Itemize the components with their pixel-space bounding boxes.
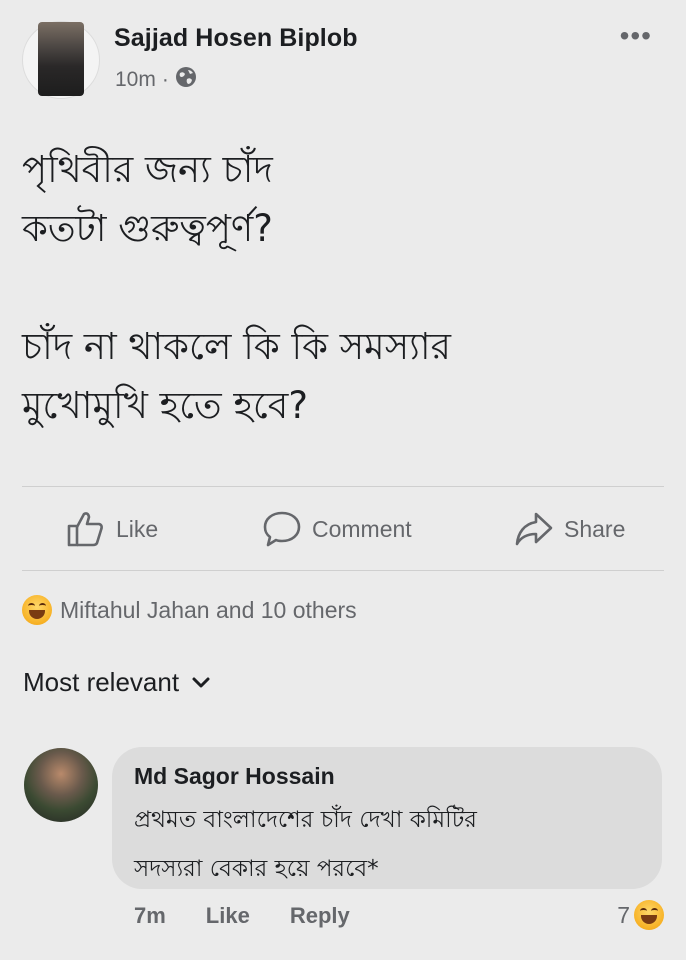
share-button[interactable]: Share <box>514 510 625 548</box>
more-options-icon[interactable]: ••• <box>620 22 652 50</box>
divider <box>22 570 664 571</box>
post-line: কতটা গুরুত্বপূর্ণ? <box>22 207 273 250</box>
post-meta: 10m · <box>115 66 197 94</box>
author-name[interactable]: Sajjad Hosen Biplob <box>114 24 358 53</box>
chevron-down-icon <box>192 677 210 687</box>
comment-button[interactable]: Comment <box>262 510 412 548</box>
reactions-summary[interactable]: Miftahul Jahan and 10 others <box>22 595 357 625</box>
comment-label: Comment <box>312 515 412 542</box>
like-label: Like <box>116 515 159 542</box>
comment-line: সদস্যরা বেকার হয়ে পরবে* <box>134 856 379 882</box>
comment-like-button[interactable]: Like <box>206 903 250 929</box>
comment-icon <box>263 511 301 547</box>
comment-reactions[interactable]: 7 <box>617 900 664 930</box>
haha-emoji-icon <box>634 900 664 930</box>
comment-sort-dropdown[interactable]: Most relevant <box>23 667 211 698</box>
post-time[interactable]: 10m <box>115 68 156 92</box>
comment-reaction-count: 7 <box>617 901 630 928</box>
post-line: পৃথিবীর জন্য চাঁদ <box>22 148 273 191</box>
post-header: Sajjad Hosen Biplob 10m · ••• <box>0 0 686 120</box>
comment-line: প্রথমত বাংলাদেশের চাঁদ দেখা কমিটির <box>134 807 477 833</box>
author-avatar-photo[interactable] <box>38 22 84 96</box>
reactions-text: Miftahul Jahan and 10 others <box>60 596 357 623</box>
comment-text: প্রথমত বাংলাদেশের চাঁদ দেখা কমিটির সদস্য… <box>134 796 654 894</box>
comment-time: 7m <box>134 903 166 928</box>
comment-reply-button[interactable]: Reply <box>290 903 350 929</box>
share-icon <box>515 512 553 546</box>
globe-icon[interactable] <box>175 66 197 94</box>
post-line: চাঁদ না থাকলে কি কি সমস্যার <box>22 325 451 368</box>
meta-separator: · <box>161 68 169 91</box>
haha-emoji-icon <box>22 595 52 625</box>
post-line: মুখোমুখি হতে হবে? <box>22 384 308 427</box>
thumbs-up-icon <box>67 512 103 547</box>
divider <box>22 486 664 487</box>
commenter-avatar[interactable] <box>24 748 98 822</box>
share-label: Share <box>564 515 626 542</box>
comment-footer: 7m Like Reply <box>134 903 390 929</box>
post-text: পৃথিবীর জন্য চাঁদ কতটা গুরুত্বপূর্ণ? চাঁ… <box>22 140 662 435</box>
post-actions: Like Comment Share <box>0 500 686 560</box>
sort-label: Most relevant <box>23 667 180 697</box>
like-button[interactable]: Like <box>66 510 158 548</box>
commenter-name[interactable]: Md Sagor Hossain <box>134 763 335 790</box>
